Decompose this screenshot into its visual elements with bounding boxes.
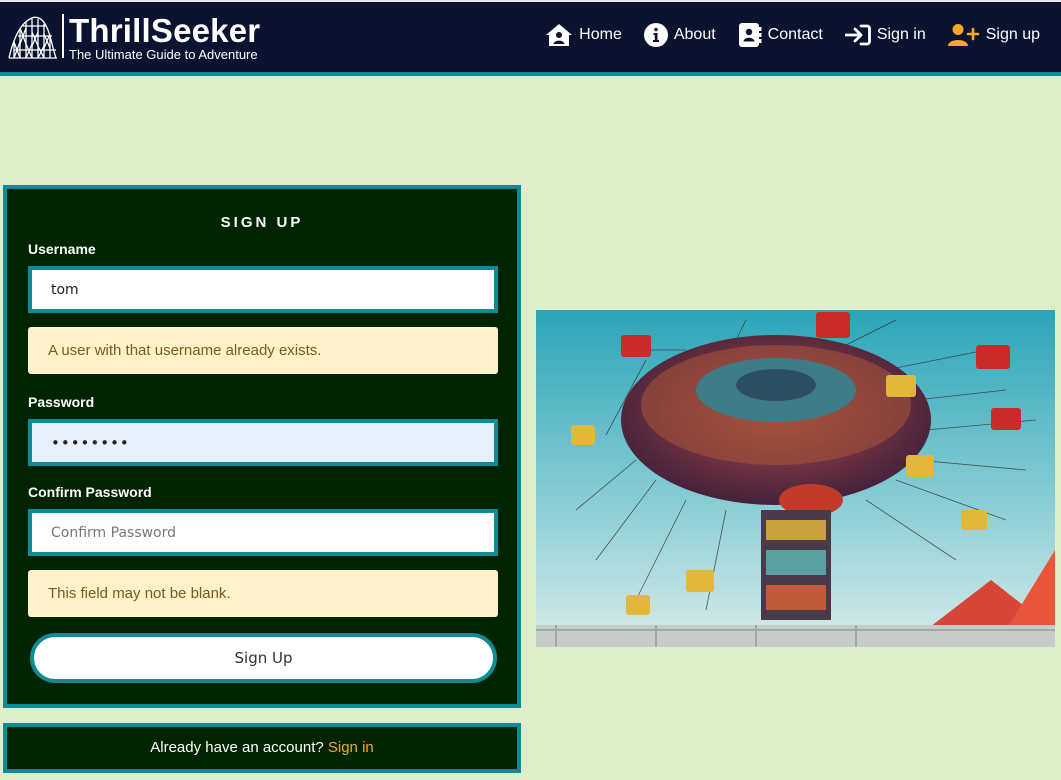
nav-home-link[interactable]: Home <box>545 23 622 47</box>
brand-logo[interactable]: ThrillSeeker The Ultimate Guide to Adven… <box>8 14 260 62</box>
confirm-password-input[interactable] <box>28 509 498 556</box>
nav-signup-link[interactable]: Sign up <box>947 23 1040 47</box>
username-error: A user with that username already exists… <box>28 327 498 374</box>
nav-contact-link[interactable]: Contact <box>738 22 823 48</box>
nav-home-label: Home <box>579 26 622 43</box>
password-input[interactable] <box>28 419 498 466</box>
form-heading: SIGN UP <box>220 214 304 231</box>
brand-title: ThrillSeeker <box>69 12 261 49</box>
nav-about-link[interactable]: About <box>643 23 716 47</box>
username-input[interactable] <box>28 266 498 313</box>
nav-signup-label: Sign up <box>985 26 1040 43</box>
signup-button[interactable]: Sign Up <box>30 633 497 683</box>
sign-in-icon <box>844 24 871 46</box>
info-circle-icon <box>643 23 668 47</box>
roller-coaster-icon <box>8 16 57 59</box>
house-user-icon <box>546 24 573 46</box>
navbar: ThrillSeeker The Ultimate Guide to Adven… <box>0 0 1061 76</box>
signin-prompt: Already have an account? Sign in <box>3 723 521 773</box>
address-book-icon <box>738 23 762 47</box>
hero-image-swing-ride <box>536 310 1055 647</box>
nav-about-label: About <box>673 26 716 43</box>
nav-contact-label: Contact <box>767 26 823 43</box>
nav-signin-link[interactable]: Sign in <box>844 24 926 46</box>
signin-prompt-text: Already have an account? <box>150 739 324 756</box>
confirm-password-error: This field may not be blank. <box>28 570 498 617</box>
nav-links: Home About Contact Sign in Sign up <box>545 22 1061 48</box>
signup-form: SIGN UP Username A user with that userna… <box>3 185 521 708</box>
user-plus-icon <box>947 24 980 46</box>
nav-signin-label: Sign in <box>876 26 926 43</box>
signin-link[interactable]: Sign in <box>328 739 374 756</box>
password-label: Password <box>28 394 95 410</box>
confirm-password-label: Confirm Password <box>28 484 152 500</box>
username-label: Username <box>28 241 96 257</box>
brand-subtitle: The Ultimate Guide to Adventure <box>69 47 258 62</box>
brand-divider <box>62 14 64 58</box>
